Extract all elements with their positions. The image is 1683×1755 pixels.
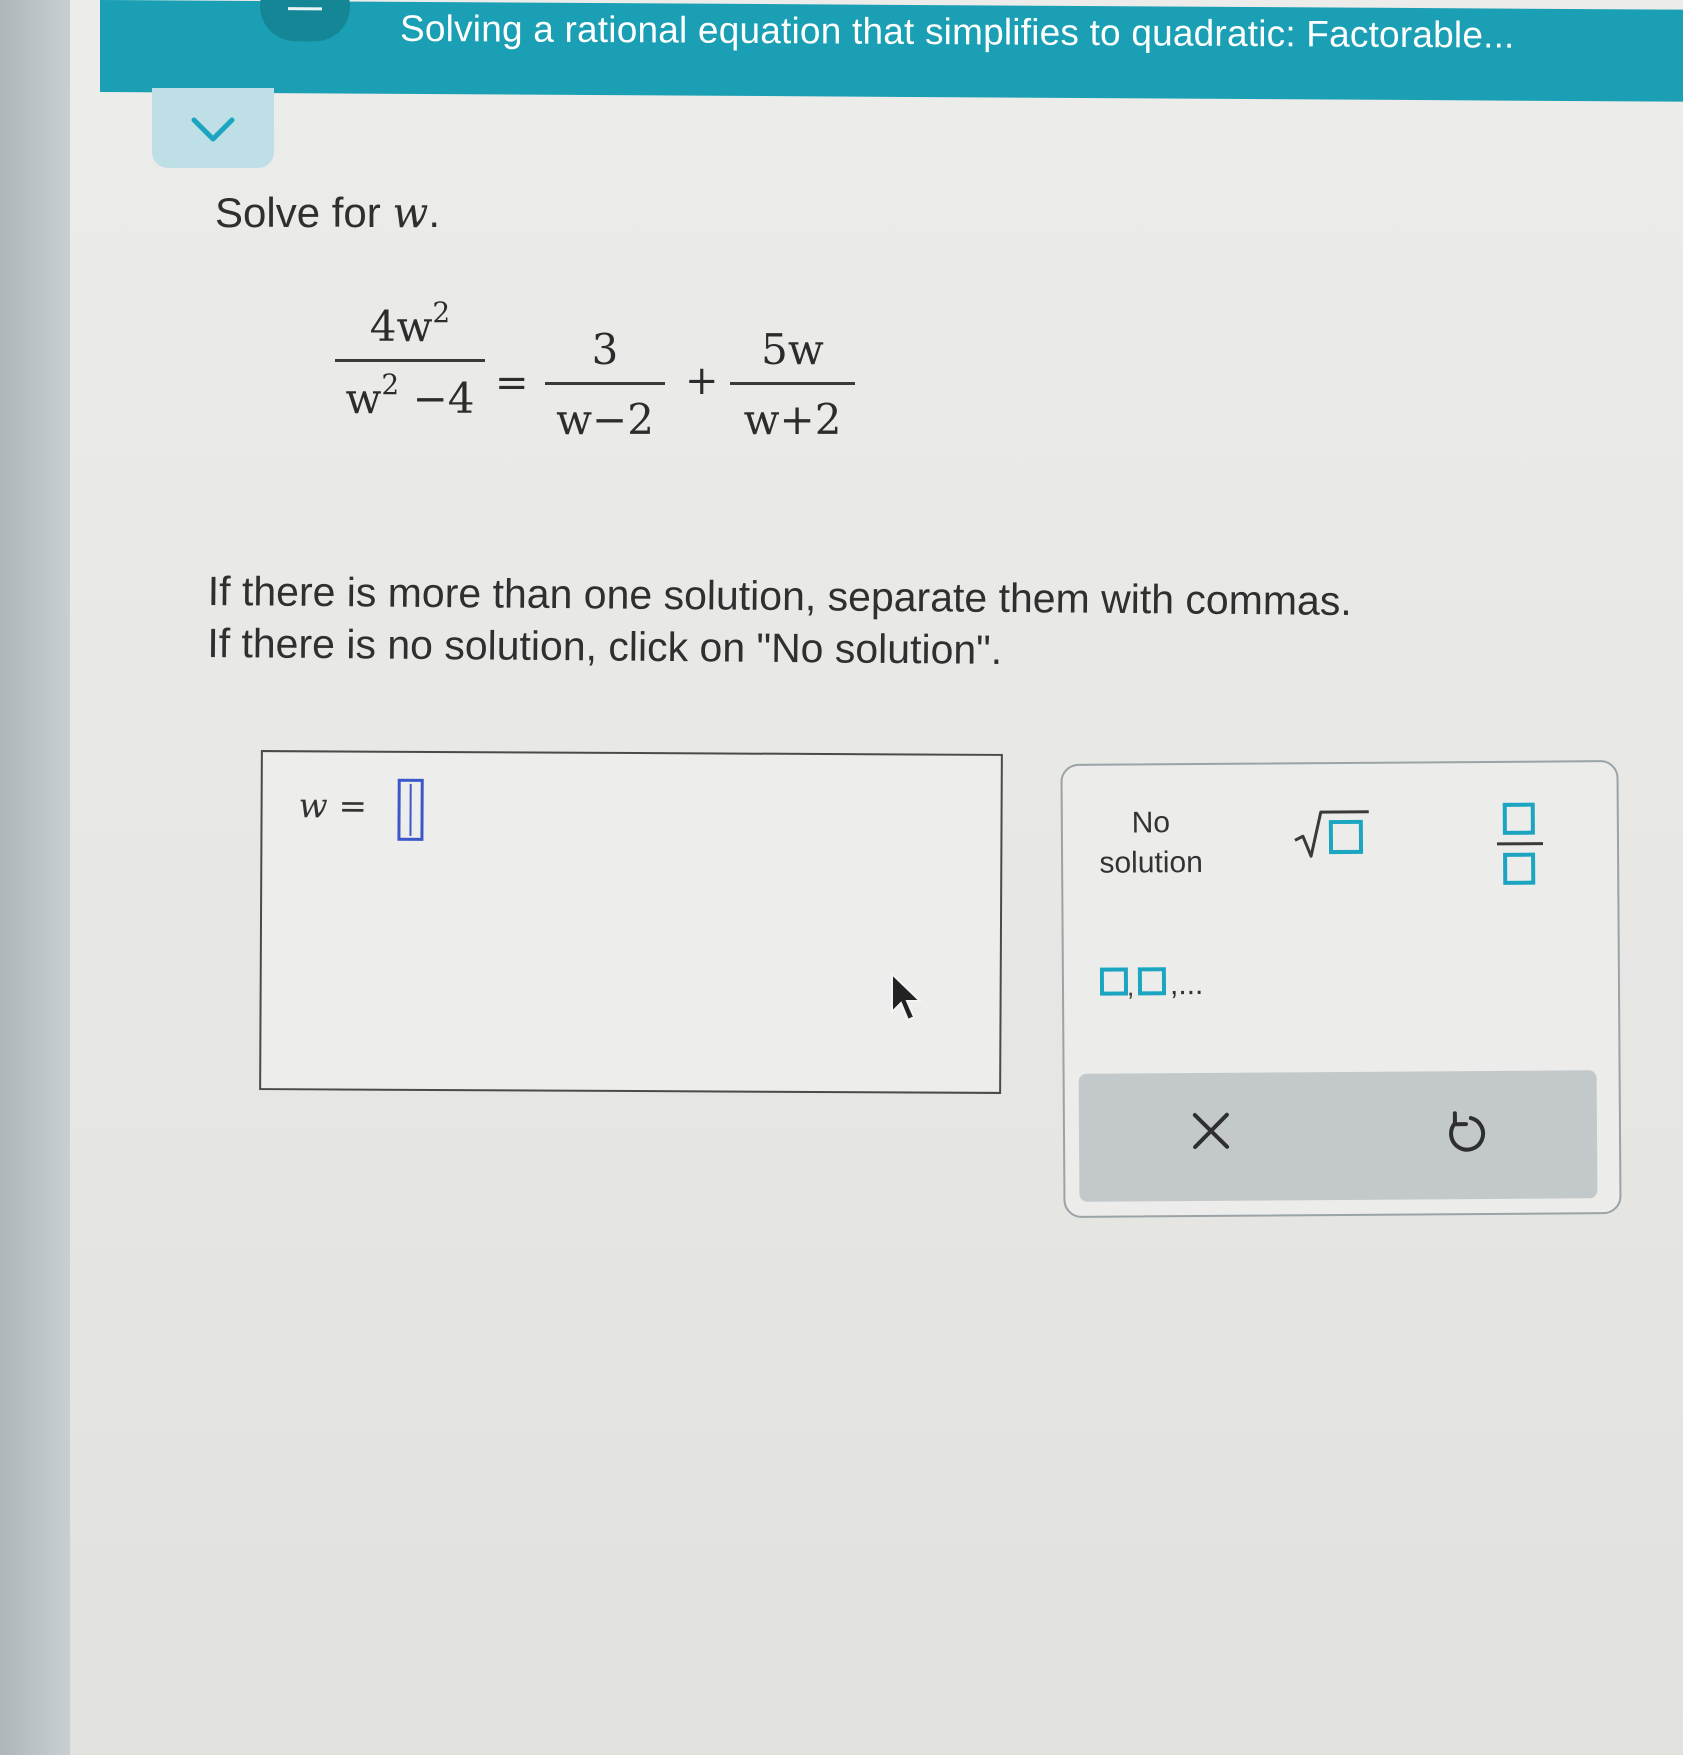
answer-input-area[interactable]: w = — [259, 750, 1003, 1094]
term1-numerator: 3 — [591, 325, 619, 374]
prompt-text: Solve for — [215, 189, 393, 236]
answer-label: w = — [298, 786, 367, 826]
monitor-bezel — [0, 0, 70, 1755]
chevron-down-icon — [191, 117, 235, 142]
close-icon — [1192, 1112, 1230, 1150]
square-root-button[interactable] — [1291, 806, 1371, 868]
undo-icon — [1449, 1111, 1486, 1152]
answer-variable: w — [298, 786, 328, 827]
term2-numerator: 5w — [761, 325, 824, 374]
plus-sign: + — [685, 358, 719, 404]
fraction-button[interactable] — [1493, 801, 1548, 892]
prompt-variable: w — [392, 188, 429, 237]
lhs-fraction-bar — [335, 359, 485, 362]
list-entry-icon: , — [1099, 967, 1167, 1001]
list-entry-button[interactable]: , ,... — [1099, 963, 1204, 1004]
prompt-period: . — [428, 189, 441, 236]
lhs-denominator: w2 −4 — [345, 368, 475, 423]
menu-handle[interactable] — [260, 0, 350, 42]
lhs-fraction: 4w2 w2 −4 — [335, 296, 485, 423]
term1-fraction-bar — [545, 382, 665, 385]
term1-fraction: 3 w−2 — [545, 325, 665, 444]
topic-title: Solving a rational equation that simplif… — [400, 7, 1515, 56]
solve-prompt: Solve for w. — [215, 188, 440, 237]
rational-equation: 4w2 w2 −4 = 3 w−2 + 5w w+2 — [335, 296, 875, 470]
mouse-pointer-icon — [891, 972, 923, 1022]
equals-sign: = — [495, 360, 529, 406]
math-keypad: No solution , ,... — [1060, 760, 1622, 1218]
answer-input-slot[interactable] — [397, 778, 424, 841]
instructions: If there is more than one solution, sepa… — [207, 565, 1352, 679]
undo-button[interactable] — [1441, 1109, 1489, 1162]
collapse-button[interactable] — [152, 88, 274, 168]
term2-fraction: 5w w+2 — [730, 325, 855, 444]
topic-header: Solving a rational equation that simplif… — [100, 0, 1683, 102]
answer-equals: = — [327, 786, 368, 827]
instruction-no-solution: If there is no solution, click on "No so… — [207, 619, 1003, 673]
square-root-icon — [1294, 810, 1369, 858]
svg-text:,: , — [1127, 971, 1134, 1001]
term2-fraction-bar — [730, 382, 855, 385]
no-solution-button[interactable]: No solution — [1081, 803, 1222, 884]
keypad-action-bar — [1078, 1070, 1598, 1202]
no-solution-label-1: No — [1131, 806, 1171, 840]
term1-denominator: w−2 — [556, 395, 654, 444]
term2-denominator: w+2 — [743, 395, 842, 444]
list-entry-suffix: ,... — [1169, 967, 1204, 1002]
clear-button[interactable] — [1189, 1109, 1233, 1158]
no-solution-label-2: solution — [1099, 845, 1203, 880]
lhs-numerator: 4w2 — [369, 296, 451, 351]
fraction-icon — [1496, 802, 1544, 885]
